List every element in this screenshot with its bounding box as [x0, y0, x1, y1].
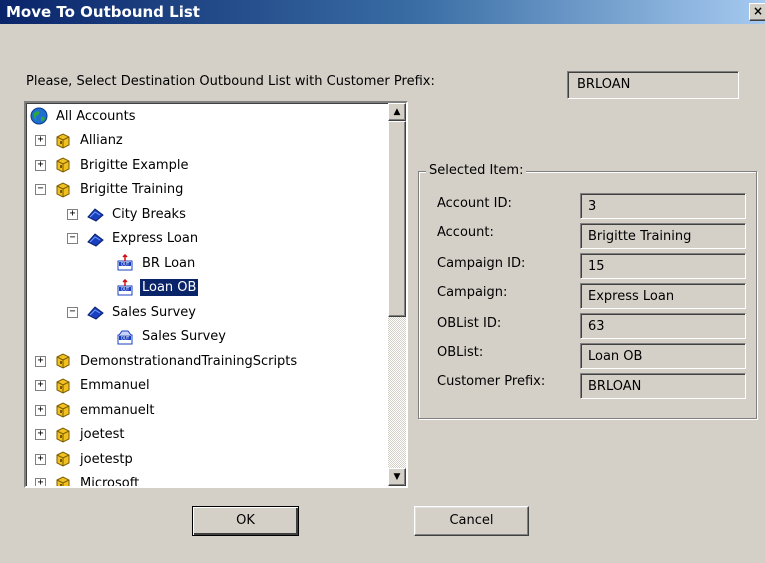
- tree-item-label: All Accounts: [56, 108, 136, 124]
- tree-item-label: BR Loan: [142, 255, 196, 271]
- tree-item[interactable]: − Express Loan: [67, 228, 200, 250]
- outbound-list-active-icon: OUT: [116, 254, 134, 272]
- tree-item-label: joetestp: [80, 451, 133, 467]
- svg-text:OUT: OUT: [121, 262, 130, 267]
- expand-icon[interactable]: +: [35, 453, 46, 465]
- expand-icon[interactable]: +: [67, 208, 78, 220]
- oblist-label: OBList:: [437, 345, 484, 360]
- account-box-icon: [54, 156, 72, 174]
- tree-item-label: Brigitte Training: [80, 182, 184, 197]
- tree-item[interactable]: + Emmanuel: [35, 375, 152, 397]
- tree-item[interactable]: + DemonstrationandTrainingScripts: [35, 350, 299, 372]
- ok-button[interactable]: OK: [192, 506, 299, 536]
- close-button[interactable]: ×: [749, 3, 765, 21]
- dialog-title: Move To Outbound List: [6, 3, 200, 21]
- tree-item-label: joetest: [80, 427, 125, 442]
- tree-item[interactable]: + emmanuelt: [35, 399, 156, 421]
- selected-item-legend: Selected Item:: [426, 163, 527, 178]
- tree-item[interactable]: + City Breaks: [67, 203, 188, 225]
- tree-item-label: Sales Survey: [112, 304, 196, 320]
- tree-item[interactable]: − Brigitte Training: [35, 179, 185, 201]
- outbound-list-tree[interactable]: All Accounts + Allianz + Brigitte Example − Br…: [24, 101, 408, 488]
- customer-prefix-label: Customer Prefix:: [437, 374, 546, 389]
- account-box-icon: [54, 426, 72, 444]
- account-id-value: 3: [580, 193, 746, 219]
- tree-item-label: Express Loan: [112, 231, 199, 246]
- tree-item[interactable]: OUT BR Loan: [116, 252, 197, 274]
- campaign-label: Campaign:: [437, 285, 508, 300]
- account-box-icon: [54, 450, 72, 468]
- campaign-id-label: Campaign ID:: [437, 256, 526, 271]
- campaign-icon: [86, 230, 104, 248]
- account-box-icon: [54, 401, 72, 419]
- account-label: Account:: [437, 225, 494, 240]
- destination-prompt-label: Please, Select Destination Outbound List…: [26, 74, 435, 89]
- collapse-icon[interactable]: −: [67, 306, 78, 318]
- scroll-thumb[interactable]: [388, 121, 406, 317]
- svg-text:OUT: OUT: [121, 335, 130, 340]
- expand-icon[interactable]: +: [35, 355, 46, 367]
- outbound-list-icon: OUT: [116, 328, 134, 346]
- expand-icon[interactable]: +: [35, 404, 46, 416]
- oblist-id-value: 63: [580, 313, 746, 339]
- tree-item-label: DemonstrationandTrainingScripts: [80, 353, 298, 369]
- tree-item-label: Loan OB: [138, 278, 200, 297]
- scroll-down-button[interactable]: ▼: [388, 468, 406, 486]
- expand-icon[interactable]: +: [35, 380, 46, 391]
- tree-item[interactable]: + Microsoft: [35, 473, 141, 486]
- tree-item[interactable]: + Allianz: [35, 130, 125, 152]
- collapse-icon[interactable]: −: [35, 184, 46, 195]
- selected-item-group: Selected Item: Account ID: 3 Account: Br…: [418, 163, 757, 419]
- account-box-icon: [54, 132, 72, 150]
- tree-item[interactable]: − Sales Survey: [67, 301, 198, 323]
- tree-item[interactable]: OUT Sales Survey: [116, 326, 228, 348]
- oblist-value: Loan OB: [580, 343, 746, 369]
- customer-prefix-display: BRLOAN: [567, 71, 739, 99]
- campaign-icon: [86, 205, 104, 223]
- scroll-up-button[interactable]: ▲: [388, 103, 406, 121]
- tree-item-label: City Breaks: [112, 206, 186, 222]
- campaign-value: Express Loan: [580, 283, 746, 309]
- account-box-icon: [54, 475, 72, 486]
- tree-item[interactable]: OUT Loan OB: [116, 277, 200, 299]
- account-box-icon: [54, 352, 72, 370]
- account-value: Brigitte Training: [580, 223, 746, 249]
- svg-text:OUT: OUT: [121, 286, 130, 291]
- expand-icon[interactable]: +: [35, 159, 46, 171]
- customer-prefix-value: BRLOAN: [580, 373, 746, 399]
- title-bar[interactable]: Move To Outbound List ×: [0, 0, 765, 24]
- tree-item[interactable]: + joetest: [35, 424, 127, 446]
- account-id-label: Account ID:: [437, 196, 512, 211]
- tree-item-label: Sales Survey: [142, 329, 226, 344]
- move-to-outbound-list-dialog: Move To Outbound List × Please, Select D…: [0, 0, 765, 563]
- tree-item[interactable]: + joetestp: [35, 448, 135, 470]
- campaign-icon: [86, 303, 104, 321]
- tree-item-label: Allianz: [80, 133, 123, 148]
- tree-item[interactable]: + Brigitte Example: [35, 154, 190, 176]
- tree-content: All Accounts + Allianz + Brigitte Example − Br…: [26, 103, 388, 486]
- expand-icon[interactable]: +: [35, 478, 46, 486]
- expand-icon[interactable]: +: [35, 429, 46, 440]
- oblist-id-label: OBList ID:: [437, 316, 502, 331]
- account-box-icon: [54, 377, 72, 395]
- tree-item-label: Emmanuel: [80, 378, 150, 393]
- tree-item-label: Brigitte Example: [80, 157, 189, 173]
- tree-item[interactable]: All Accounts: [30, 105, 138, 127]
- tree-item-label: emmanuelt: [80, 402, 155, 418]
- globe-icon: [30, 107, 48, 125]
- outbound-list-active-icon: OUT: [116, 278, 134, 297]
- expand-icon[interactable]: +: [35, 135, 46, 146]
- tree-item-label: Microsoft: [80, 476, 140, 486]
- campaign-id-value: 15: [580, 253, 746, 279]
- collapse-icon[interactable]: −: [67, 233, 78, 244]
- account-box-icon: [54, 181, 72, 199]
- tree-vertical-scrollbar[interactable]: ▲ ▼: [388, 103, 406, 486]
- cancel-button[interactable]: Cancel: [414, 506, 529, 536]
